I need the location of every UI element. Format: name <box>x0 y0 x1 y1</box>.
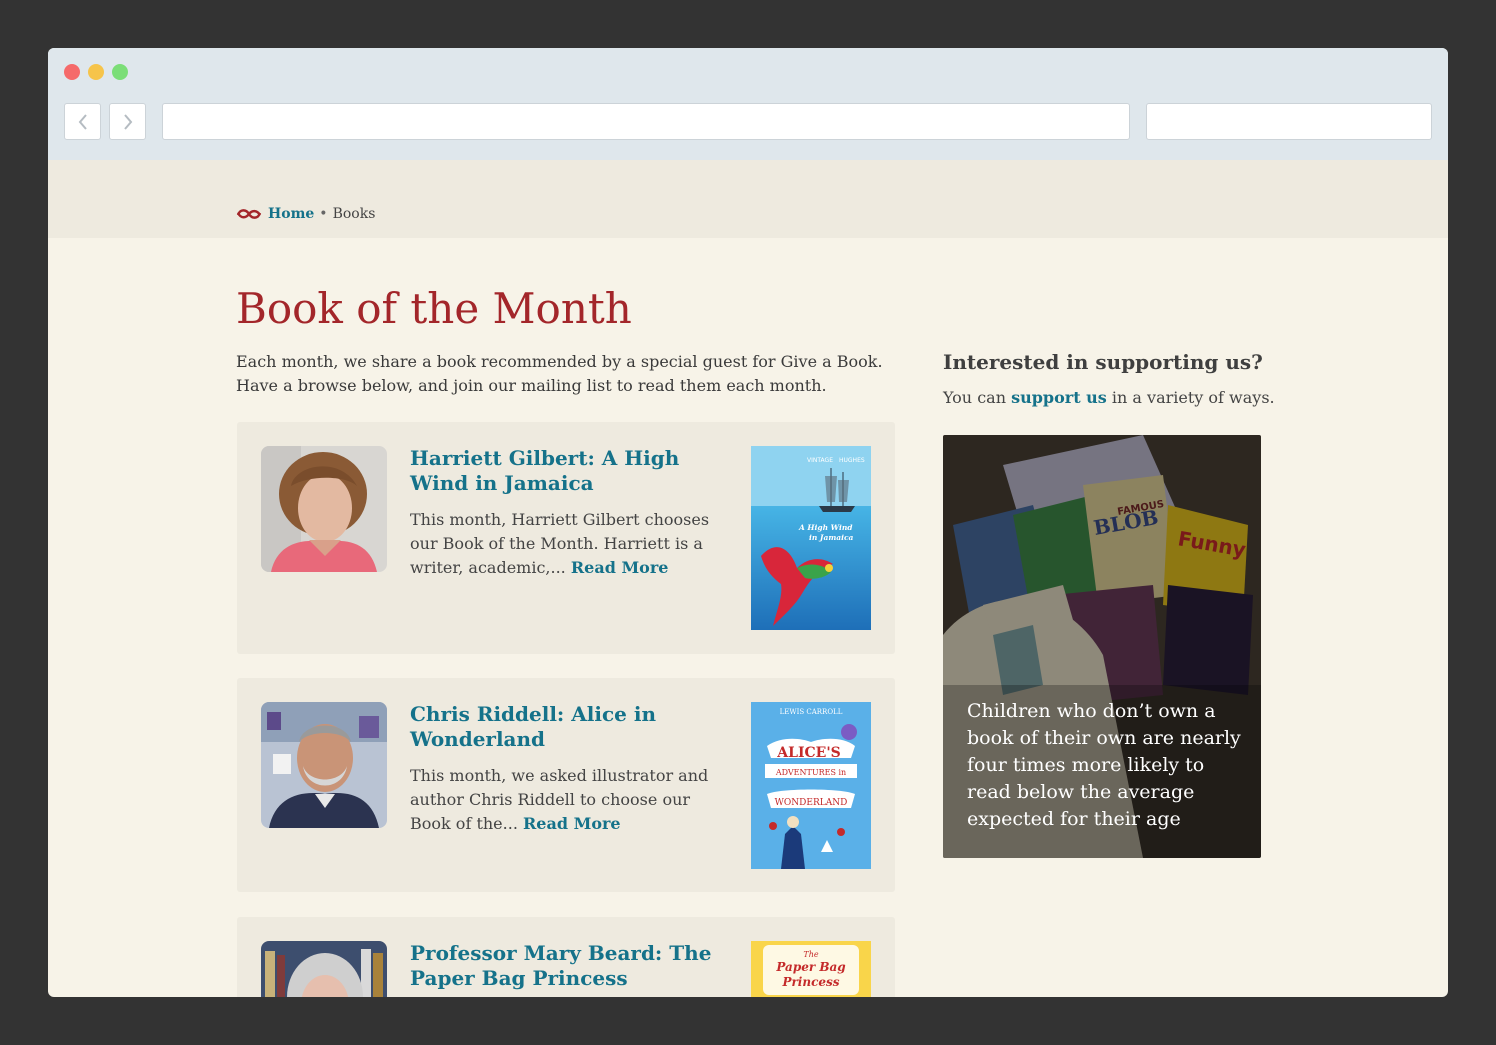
harriett-gilbert-portrait[interactable] <box>261 446 387 572</box>
promo-statistic-text: Children who don’t own a book of their o… <box>967 700 1241 830</box>
chevron-left-icon <box>78 113 87 130</box>
breadcrumb-bar: Home • Books <box>48 160 1448 238</box>
cover-publisher: VINTAGE <box>807 457 833 464</box>
breadcrumb: Home • Books <box>236 206 375 222</box>
cover-title-line-2: Paper Bag <box>775 960 845 974</box>
support-text-before: You can <box>943 388 1012 407</box>
breadcrumb-current: Books <box>332 206 376 222</box>
book-card-mary-beard: Professor Mary Beard: The Paper Bag Prin… <box>237 917 895 997</box>
promo-image-panel[interactable]: BLOB FAMOUS Funny Children who don’t own… <box>943 435 1261 858</box>
page-intro: Each month, we share a book recommended … <box>236 352 883 395</box>
book-title-link[interactable]: Chris Riddell: Alice in Wonderland <box>410 702 720 752</box>
support-heading: Interested in supporting us? <box>943 350 1263 374</box>
browser-window: Home • Books Book of the Month Each mont… <box>48 48 1448 997</box>
browser-search-field[interactable] <box>1146 103 1432 140</box>
book-excerpt: This month, Harriett Gilbert chooses our… <box>410 508 732 580</box>
support-text-after: in a variety of ways. <box>1106 388 1275 407</box>
give-a-book-logo-icon <box>236 209 262 219</box>
chris-riddell-portrait[interactable] <box>261 702 387 828</box>
chevron-right-icon <box>123 113 132 130</box>
cover-author: HUGHES <box>839 457 865 464</box>
support-text: You can support us in a variety of ways. <box>943 388 1275 407</box>
address-bar[interactable] <box>162 103 1130 140</box>
cover-author: LEWIS CARROLL <box>780 708 843 716</box>
book-title-link[interactable]: Harriett Gilbert: A High Wind in Jamaica <box>410 446 720 496</box>
book-cover-paper-bag-princess[interactable]: The Paper Bag Princess <box>751 941 871 997</box>
browser-chrome <box>48 48 1448 160</box>
breadcrumb-home-link[interactable]: Home <box>268 206 314 222</box>
cover-title-line-3: WONDERLAND <box>775 798 848 808</box>
cover-title-line-3: Princess <box>781 975 839 989</box>
book-card-chris-riddell: Chris Riddell: Alice in Wonderland This … <box>237 678 895 892</box>
book-excerpt: This month, we asked illustrator and aut… <box>410 764 732 836</box>
minimize-window-button[interactable] <box>88 64 104 80</box>
page-title: Book of the Month <box>236 284 632 333</box>
read-more-link[interactable]: Read More <box>523 814 621 833</box>
cover-title-line-1: The <box>803 950 818 959</box>
breadcrumb-separator: • <box>319 206 328 222</box>
book-cover-high-wind-in-jamaica[interactable]: VINTAGE HUGHES A High Wind in Jamaica <box>751 446 871 630</box>
read-more-link[interactable]: Read More <box>571 558 669 577</box>
book-title-link[interactable]: Professor Mary Beard: The Paper Bag Prin… <box>410 941 720 991</box>
maximize-window-button[interactable] <box>112 64 128 80</box>
close-window-button[interactable] <box>64 64 80 80</box>
support-us-link[interactable]: support us <box>1011 388 1107 407</box>
forward-button[interactable] <box>109 103 146 140</box>
cover-title-line-2: in Jamaica <box>809 533 854 542</box>
book-card-harriett-gilbert: Harriett Gilbert: A High Wind in Jamaica… <box>237 422 895 654</box>
cover-title-line-2: ADVENTURES in <box>775 768 846 777</box>
book-cover-alice-in-wonderland[interactable]: LEWIS CARROLL ALICE'S ADVENTURES in WOND… <box>751 702 871 869</box>
cover-title-line-1: ALICE'S <box>776 745 840 761</box>
mary-beard-portrait[interactable] <box>261 941 387 997</box>
cover-title-line-1: A High Wind <box>798 523 853 532</box>
back-button[interactable] <box>64 103 101 140</box>
